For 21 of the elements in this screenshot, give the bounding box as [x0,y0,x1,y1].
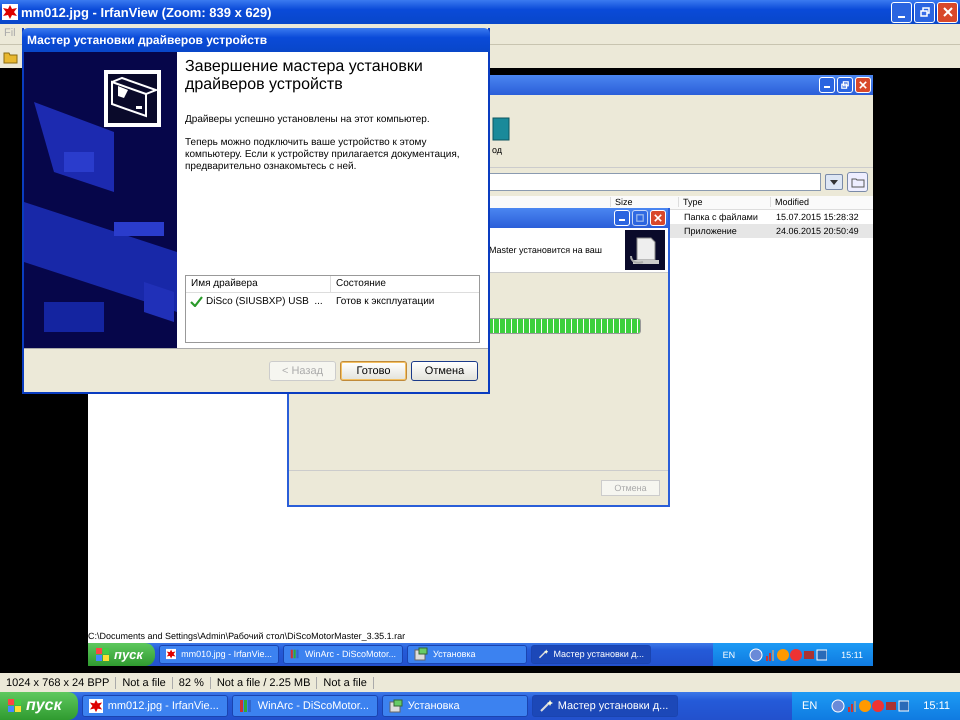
window-title: mm012.jpg - IrfanView (Zoom: 839 x 629) [21,4,272,20]
table-cell: 15.07.2015 15:28:32 [776,212,859,222]
table-cell: Папка с файлами [684,212,758,222]
clock: 15:11 [923,700,950,712]
status-text: 82 % [172,676,211,688]
installer-message: Master установится на ваш [489,245,602,255]
table-cell: 24.06.2015 20:50:49 [776,226,859,236]
toolbar-label: од [492,145,504,155]
status-text: Not a file / 2.25 MB [210,676,318,688]
clock: 15:11 [841,650,863,660]
status-text: Not a file [116,676,173,688]
status-text: Not a file [317,676,374,688]
table-cell: Готов к эксплуатации [335,296,434,306]
table-cell: Приложение [684,226,737,236]
file-path: C:\Documents and Settings\Admin\Рабочий стол\DiScoMotorMaster_3.35.1.rar [88,630,873,643]
wizard-heading: Завершение мастера установки драйверов устройств [185,58,424,94]
wizard-text: Теперь можно подключить ваше устройство к этому компьютеру. Если к устройству прилагается документация, предварительно ознакомьтесь с ней. [185,137,461,173]
wizard-text: Драйверы успешно установлены на этот компьютер. [185,114,431,126]
status-text: 1024 x 768 x 24 BPP [0,676,116,688]
dialog-title: Мастер установки драйверов устройств [27,33,268,47]
table-cell: DiSco (SIUSBXP) USB ... [206,296,323,306]
